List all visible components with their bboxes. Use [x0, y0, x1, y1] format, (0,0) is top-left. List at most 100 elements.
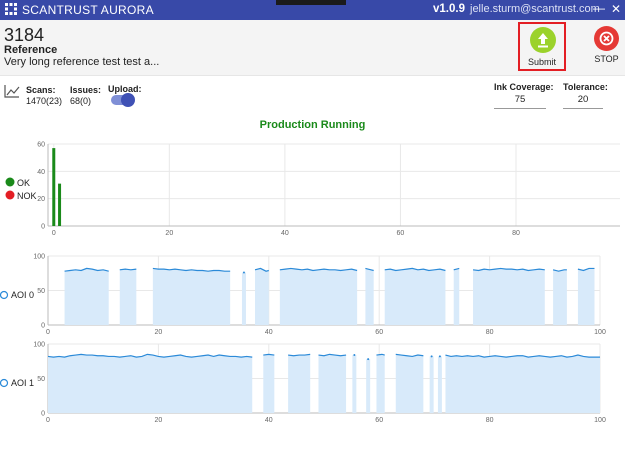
- area-segment: [352, 355, 357, 413]
- x-tick-label: 0: [46, 417, 50, 424]
- stop-x-icon: [599, 31, 614, 46]
- toggle-knob[interactable]: [121, 93, 135, 107]
- reference-description: Very long reference test test a...: [4, 56, 160, 68]
- minimize-button[interactable]: —: [593, 1, 605, 15]
- x-tick-label: 0: [46, 329, 50, 336]
- aoi0-label: AOI 0: [11, 290, 34, 300]
- area-segment: [152, 268, 231, 325]
- area-segment: [64, 268, 109, 325]
- data-point: [367, 358, 370, 361]
- data-point: [430, 355, 433, 358]
- area-segment: [366, 359, 371, 413]
- bar: [52, 148, 56, 226]
- reference-id: 3184: [4, 25, 45, 45]
- series-line: [263, 353, 275, 356]
- bar: [58, 183, 62, 226]
- series-line: [119, 268, 137, 271]
- y-tick-label: 60: [37, 142, 45, 149]
- scans-value: 1470(23): [26, 96, 63, 106]
- area-segment: [119, 269, 137, 325]
- submit-button[interactable]: [530, 27, 556, 53]
- area-segment: [318, 354, 347, 413]
- y-tick-label: 20: [37, 196, 45, 203]
- area-segment: [384, 268, 446, 325]
- charts-area: 0 20 40 60 800204060 OK NOK 0 20 40 60 80 1000501…: [0, 142, 620, 425]
- area-segment: [376, 354, 385, 413]
- area-segment: [241, 272, 246, 325]
- metrics-bar: Scans: 1470(23) Issues: 68(0) Upload: In…: [0, 78, 625, 118]
- production-status: Production Running: [259, 119, 366, 131]
- area-segment: [577, 268, 595, 325]
- x-tick-label: 40: [281, 230, 289, 237]
- area-segment: [429, 356, 434, 413]
- submit-highlight-box: Submit: [518, 22, 566, 71]
- aoi1-radio[interactable]: [0, 378, 9, 388]
- area-segment: [288, 354, 311, 413]
- close-window-button[interactable]: ✕: [611, 2, 621, 16]
- area-segment: [255, 268, 269, 325]
- reference-header: 3184 Reference Very long reference test …: [0, 20, 625, 76]
- issues-value: 68(0): [70, 96, 92, 106]
- aoi1-label: AOI 1: [11, 378, 34, 388]
- aoi1-chart: 0 20 40 60 80 100 0 50 100: [33, 342, 606, 425]
- x-tick-label: 20: [155, 329, 163, 336]
- area-segment: [395, 354, 424, 413]
- area-segment: [473, 268, 545, 325]
- issues-label: Issues:: [70, 85, 102, 95]
- x-tick-label: 100: [594, 417, 606, 424]
- ok-legend-label: OK: [17, 178, 30, 188]
- area-segment: [453, 268, 460, 325]
- x-tick-label: 100: [594, 329, 606, 336]
- aoi0-chart: 0 20 40 60 80 100 0 50 100: [33, 254, 606, 337]
- legend: OK NOK: [5, 177, 37, 201]
- x-tick-label: 40: [265, 329, 273, 336]
- area-segment: [365, 268, 374, 325]
- title-bar: SCANTRUST AURORA v1.0.9 jelle.sturm@scan…: [0, 0, 625, 20]
- data-point: [242, 271, 245, 274]
- user-email[interactable]: jelle.sturm@scantrust.com: [470, 3, 600, 15]
- nok-legend-label: NOK: [17, 191, 37, 201]
- submit-label[interactable]: Submit: [520, 57, 564, 67]
- upload-icon: [538, 33, 548, 48]
- area-segment: [437, 356, 442, 413]
- x-tick-label: 60: [397, 230, 405, 237]
- x-tick-label: 60: [375, 417, 383, 424]
- upload-toggle[interactable]: [111, 93, 135, 107]
- y-tick-label: 100: [33, 342, 45, 349]
- tolerance-input[interactable]: 20: [563, 92, 603, 109]
- y-tick-label: 0: [41, 224, 45, 231]
- nok-legend-dot: [5, 190, 15, 200]
- stop-button[interactable]: [594, 26, 619, 51]
- series-line: [376, 353, 385, 356]
- area-segment: [48, 354, 253, 413]
- x-tick-label: 80: [486, 417, 494, 424]
- y-tick-label: 50: [37, 288, 45, 295]
- y-tick-label: 0: [41, 323, 45, 330]
- area-segment: [279, 268, 358, 325]
- x-tick-label: 80: [486, 329, 494, 336]
- ok-legend-dot: [5, 177, 15, 187]
- area-segment: [263, 354, 275, 413]
- app-version: v1.0.9: [433, 3, 465, 15]
- aoi0-radio[interactable]: [0, 290, 9, 300]
- stop-label[interactable]: STOP: [590, 54, 623, 64]
- ink-coverage-input[interactable]: 75: [494, 92, 546, 109]
- x-tick-label: 20: [165, 230, 173, 237]
- x-tick-label: 40: [265, 417, 273, 424]
- reference-label: Reference: [4, 44, 58, 56]
- scantrust-logo-icon: [5, 3, 17, 15]
- y-tick-label: 50: [37, 376, 45, 383]
- app-title: SCANTRUST AURORA: [22, 3, 154, 17]
- area-segment: [445, 355, 600, 413]
- line-chart-icon: [4, 85, 20, 98]
- x-tick-label: 60: [375, 329, 383, 336]
- scan-results-chart: 0 20 40 60 80 0 20 40 60: [37, 142, 620, 237]
- y-tick-label: 40: [37, 169, 45, 176]
- x-tick-label: 20: [155, 417, 163, 424]
- scans-label: Scans:: [26, 85, 56, 95]
- area-segment: [553, 269, 567, 325]
- x-tick-label: 80: [512, 230, 520, 237]
- tolerance-label: Tolerance:: [563, 82, 608, 92]
- data-point: [353, 354, 356, 357]
- window-notch: [276, 0, 346, 5]
